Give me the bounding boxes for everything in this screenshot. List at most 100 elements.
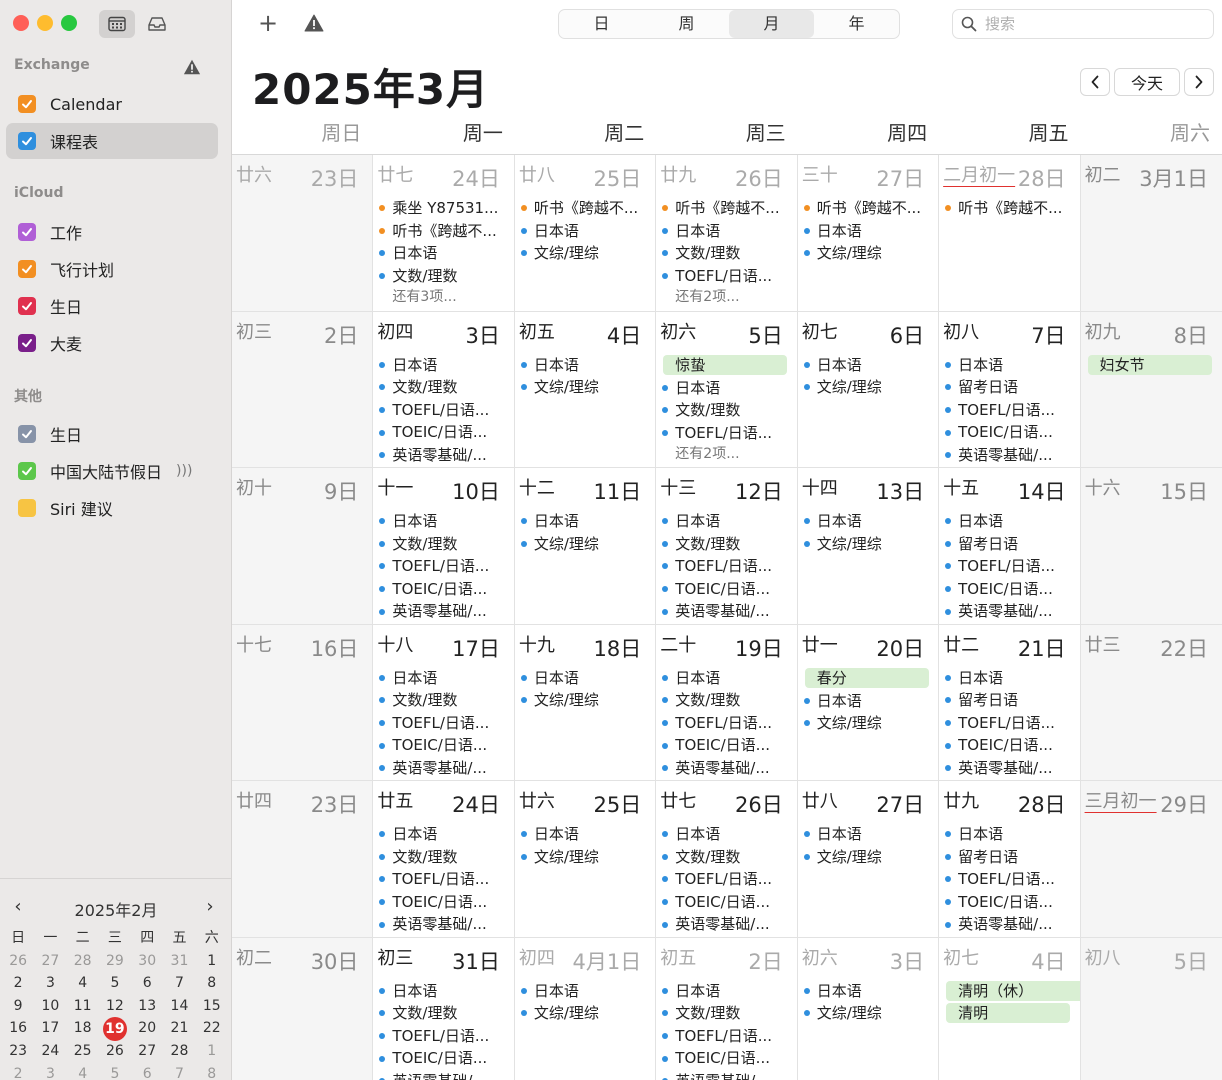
calendar-checkbox[interactable] <box>18 499 36 517</box>
mini-day[interactable]: 2 <box>2 1063 34 1080</box>
mini-day[interactable]: 5 <box>99 1063 131 1080</box>
event-item[interactable]: TOEFL/日语... <box>662 555 792 578</box>
event-item[interactable]: 文数/理数 <box>379 689 509 712</box>
event-item[interactable]: 听书《跨越不... <box>945 197 1075 220</box>
event-item[interactable]: 文数/理数 <box>662 1002 792 1025</box>
event-item[interactable]: TOEIC/日语... <box>662 1047 792 1070</box>
mini-day[interactable]: 12 <box>99 995 131 1018</box>
mini-day[interactable]: 4 <box>67 1063 99 1080</box>
zoom-window-button[interactable] <box>61 15 77 31</box>
day-cell[interactable]: 十九 18日 日本语 文综/理综 <box>514 624 657 781</box>
view-tab[interactable]: 月 <box>729 10 814 38</box>
day-cell[interactable]: 廿九 26日 听书《跨越不... 日本语 文数/理数 TOEFL/日语... 还有2项... <box>656 155 798 312</box>
event-item[interactable]: 听书《跨越不... <box>662 197 792 220</box>
event-item[interactable]: TOEIC/日语... <box>662 734 792 757</box>
event-item[interactable]: 文综/理综 <box>803 1002 934 1025</box>
event-item[interactable]: TOEIC/日语... <box>945 734 1075 757</box>
day-cell[interactable]: 初九 8日 妇女节 <box>1080 311 1222 468</box>
event-item[interactable]: 文综/理综 <box>520 689 651 712</box>
day-cell[interactable]: 廿八 27日 日本语 文综/理综 <box>797 781 940 938</box>
day-cell[interactable]: 三十 27日 听书《跨越不... 日本语 文综/理综 <box>797 155 940 312</box>
day-cell[interactable]: 初四 4月1日 日本语 文综/理综 <box>514 937 657 1080</box>
day-cell[interactable]: 初七 6日 日本语 文综/理综 <box>797 311 940 468</box>
event-item[interactable]: 文数/理数 <box>662 399 792 422</box>
event-item[interactable]: 文数/理数 <box>379 376 509 399</box>
event-item[interactable]: 日本语 <box>379 510 509 533</box>
event-item[interactable]: 日本语 <box>803 510 934 533</box>
mini-day[interactable]: 27 <box>131 1040 163 1063</box>
event-item[interactable]: TOEIC/日语... <box>379 421 509 444</box>
mini-day[interactable]: 2 <box>2 972 34 995</box>
mini-day[interactable]: 20 <box>131 1017 163 1040</box>
mini-day[interactable]: 8 <box>196 1063 228 1080</box>
event-item[interactable]: 听书《跨越不... <box>379 220 509 243</box>
day-cell[interactable]: 十八 17日 日本语 文数/理数 TOEFL/日语... TOEIC/日语... 英语零基础… <box>373 624 515 781</box>
calendar-item[interactable]: 中国大陆节假日))) <box>6 453 218 489</box>
event-item[interactable]: TOEIC/日语... <box>662 578 792 601</box>
event-item[interactable]: TOEFL/日语... <box>379 868 509 891</box>
day-cell[interactable]: 廿九 28日 日本语 留考日语 TOEFL/日语... TOEIC/日语... 英语零基础/… <box>939 781 1081 938</box>
day-cell[interactable]: 初四 3日 日本语 文数/理数 TOEFL/日语... TOEIC/日语... 英语零基础/… <box>373 311 515 468</box>
all-day-event[interactable]: 妇女节 <box>1087 354 1212 375</box>
event-item[interactable]: 日本语 <box>520 823 651 846</box>
calendar-item[interactable]: 大麦 <box>6 325 218 361</box>
mini-day[interactable]: 18 <box>67 1017 99 1040</box>
event-item[interactable]: 英语零基础/... <box>379 1070 509 1080</box>
event-item[interactable]: TOEFL/日语... <box>945 399 1075 422</box>
event-item[interactable]: 文综/理综 <box>520 533 651 556</box>
day-cell[interactable]: 廿七 24日 乘坐 Y87531... 听书《跨越不... 日本语 文数/理数 还有3项..… <box>373 155 515 312</box>
event-item[interactable]: 日本语 <box>379 667 509 690</box>
calendar-checkbox[interactable] <box>18 95 36 113</box>
event-item[interactable]: 留考日语 <box>945 533 1075 556</box>
mini-day[interactable]: 3 <box>34 1063 66 1080</box>
event-item[interactable]: 日本语 <box>803 980 934 1003</box>
day-cell[interactable]: 初五 2日日本语文数/理数 TOEFL/日语... TOEIC/日语... 英语零基础/… <box>656 937 798 1080</box>
mini-day[interactable]: 21 <box>163 1017 195 1040</box>
event-item[interactable]: 文综/理综 <box>520 846 651 869</box>
mini-day[interactable]: 10 <box>34 995 66 1018</box>
more-events-link[interactable]: 还有2项... <box>662 287 792 307</box>
event-item[interactable]: 日本语 <box>379 980 509 1003</box>
mini-day[interactable]: 4 <box>67 972 99 995</box>
all-day-event[interactable]: 春分 <box>804 667 929 688</box>
event-item[interactable]: 日本语 <box>379 242 509 265</box>
mini-day[interactable]: 8 <box>196 972 228 995</box>
event-item[interactable]: 留考日语 <box>945 376 1075 399</box>
event-item[interactable]: TOEFL/日语... <box>945 555 1075 578</box>
mini-day[interactable]: 9 <box>2 995 34 1018</box>
mini-day[interactable]: 25 <box>67 1040 99 1063</box>
mini-day[interactable]: 28 <box>67 950 99 973</box>
more-events-link[interactable]: 还有3项... <box>379 287 509 307</box>
view-tab[interactable]: 年 <box>814 10 899 38</box>
mini-day[interactable]: 1 <box>196 950 228 973</box>
day-cell[interactable]: 二月初一 28日 听书《跨越不... <box>939 155 1081 312</box>
calendar-item[interactable]: 生日 <box>6 288 218 324</box>
event-item[interactable]: 日本语 <box>520 980 651 1003</box>
event-item[interactable]: 日本语 <box>662 980 792 1003</box>
event-item[interactable]: 日本语 <box>662 667 792 690</box>
mini-next-month-button[interactable]: › <box>200 897 220 917</box>
event-item[interactable]: 日本语 <box>520 354 651 377</box>
calendar-item[interactable]: 课程表 <box>6 123 218 159</box>
calendar-checkbox[interactable] <box>18 260 36 278</box>
search-field[interactable] <box>952 9 1214 39</box>
more-events-link[interactable]: 还有2项... <box>662 444 792 464</box>
event-item[interactable]: TOEIC/日语... <box>379 734 509 757</box>
event-item[interactable]: TOEIC/日语... <box>945 578 1075 601</box>
today-button[interactable]: 今天 <box>1114 68 1180 96</box>
day-cell[interactable]: 十一 10日 日本语 文数/理数 TOEFL/日语... TOEIC/日语... 英语零基础… <box>373 468 515 625</box>
event-item[interactable]: TOEFL/日语... <box>945 868 1075 891</box>
day-cell[interactable]: 廿四 23日 <box>232 781 374 938</box>
event-item[interactable]: 文综/理综 <box>520 1002 651 1025</box>
inbox-button[interactable] <box>139 10 175 38</box>
event-item[interactable]: 日本语 <box>662 377 792 400</box>
event-item[interactable]: 文综/理综 <box>803 376 934 399</box>
event-item[interactable]: 日本语 <box>662 823 792 846</box>
calendar-checkbox[interactable] <box>18 462 36 480</box>
event-item[interactable]: 英语零基础/... <box>945 757 1075 780</box>
mini-day[interactable]: 19 <box>99 1017 131 1042</box>
day-cell[interactable]: 廿六 25日 日本语 文综/理综 <box>514 781 657 938</box>
all-day-event[interactable]: 清明（休） <box>946 980 1080 1001</box>
day-cell[interactable]: 初七 4日 清明（休） 清明 <box>939 937 1081 1080</box>
event-item[interactable]: 留考日语 <box>945 846 1075 869</box>
